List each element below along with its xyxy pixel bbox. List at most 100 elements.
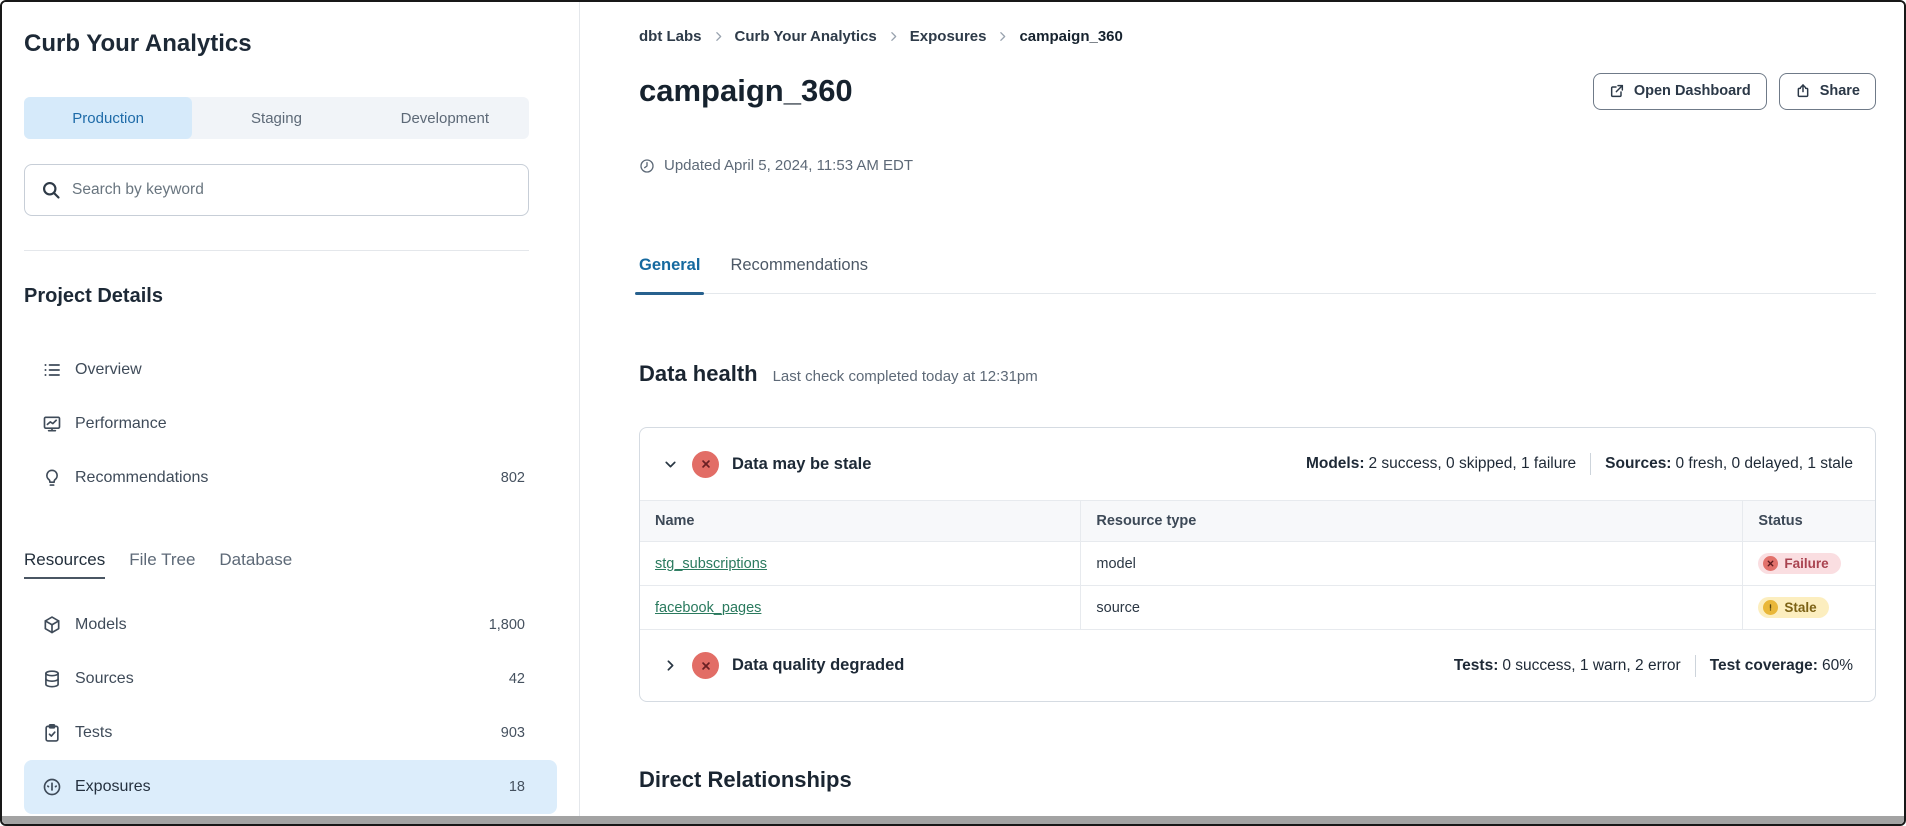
sidebar-item-tests[interactable]: Tests 903 <box>24 706 557 760</box>
sidebar-item-label: Tests <box>75 724 112 742</box>
sidebar-item-count: 903 <box>501 725 525 741</box>
x-circle-icon <box>692 451 719 478</box>
stale-group-title: Data may be stale <box>732 455 871 474</box>
stale-group-row: Data may be stale Models:2 success, 0 sk… <box>640 428 1875 500</box>
share-label: Share <box>1820 83 1860 99</box>
chevron-right-icon <box>712 30 725 43</box>
title-row: campaign_360 Open Dashboard <box>639 69 1876 113</box>
exclamation-circle-icon <box>1763 600 1778 615</box>
lightbulb-icon <box>42 468 62 488</box>
sources-summary: Sources:0 fresh, 0 delayed, 1 stale <box>1605 455 1853 473</box>
coverage-summary: Test coverage:60% <box>1710 657 1853 675</box>
degraded-group-summary: Tests:0 success, 1 warn, 2 error Test co… <box>1454 655 1853 677</box>
tab-file-tree[interactable]: File Tree <box>129 550 195 579</box>
resource-type-cell: model <box>1081 542 1743 586</box>
breadcrumb-exposures[interactable]: Exposures <box>910 28 987 45</box>
status-badge-stale: Stale <box>1758 597 1828 618</box>
sidebar-item-exposures[interactable]: Exposures 18 <box>24 760 557 814</box>
tab-recommendations[interactable]: Recommendations <box>730 254 868 293</box>
column-header-resource-type: Resource type <box>1081 501 1743 542</box>
last-check-text: Last check completed today at 12:31pm <box>773 368 1038 385</box>
status-badge-failure: Failure <box>1758 553 1840 574</box>
sidebar-item-count: 1,800 <box>489 617 525 633</box>
env-tab-staging[interactable]: Staging <box>192 97 360 139</box>
sidebar-item-performance[interactable]: Performance <box>24 397 557 451</box>
resources-list: Models 1,800 Sources 42 <box>24 598 557 814</box>
project-details-heading: Project Details <box>24 283 529 309</box>
sidebar-item-label: Overview <box>75 361 142 379</box>
page-tabs: General Recommendations <box>639 254 1876 294</box>
database-icon <box>42 669 62 689</box>
sidebar-item-count: 18 <box>509 779 525 795</box>
tab-database[interactable]: Database <box>219 550 292 579</box>
x-circle-icon <box>692 652 719 679</box>
env-tab-production[interactable]: Production <box>24 97 192 139</box>
share-button[interactable]: Share <box>1779 73 1876 110</box>
resource-link-facebook-pages[interactable]: facebook_pages <box>655 600 761 616</box>
search-icon <box>41 180 61 200</box>
data-health-header: Data health Last check completed today a… <box>639 360 1876 388</box>
cube-icon <box>42 615 62 635</box>
updated-row: Updated April 5, 2024, 11:53 AM EDT <box>639 157 1876 174</box>
breadcrumb-dbt-labs[interactable]: dbt Labs <box>639 28 702 45</box>
sidebar-item-models[interactable]: Models 1,800 <box>24 598 557 652</box>
chevron-right-icon <box>887 30 900 43</box>
open-dashboard-label: Open Dashboard <box>1634 83 1751 99</box>
data-health-heading: Data health <box>639 360 758 388</box>
clipboard-check-icon <box>42 723 62 743</box>
sidebar-item-label: Recommendations <box>75 469 208 487</box>
env-tab-development[interactable]: Development <box>361 97 529 139</box>
gauge-icon <box>42 777 62 797</box>
sidebar-item-label: Performance <box>75 415 167 433</box>
resource-link-stg-subscriptions[interactable]: stg_subscriptions <box>655 556 767 572</box>
breadcrumb-project[interactable]: Curb Your Analytics <box>735 28 877 45</box>
summary-divider <box>1590 453 1591 475</box>
sidebar-item-label: Exposures <box>75 778 151 796</box>
table-row: stg_subscriptions model Failure <box>640 542 1875 586</box>
search-box[interactable] <box>24 164 529 216</box>
tab-general[interactable]: General <box>639 254 700 293</box>
sidebar-item-count: 802 <box>501 470 525 486</box>
updated-text: Updated April 5, 2024, 11:53 AM EDT <box>664 157 913 174</box>
performance-icon <box>42 414 62 434</box>
tests-summary: Tests:0 success, 1 warn, 2 error <box>1454 657 1681 675</box>
environment-switcher: Production Staging Development <box>24 97 529 139</box>
breadcrumb: dbt Labs Curb Your Analytics Exposures c… <box>639 28 1876 45</box>
direct-relationships-heading: Direct Relationships <box>639 766 1876 794</box>
x-circle-icon <box>1763 556 1778 571</box>
table-row: facebook_pages source Stale <box>640 586 1875 630</box>
list-icon <box>42 360 62 380</box>
chevron-right-icon[interactable] <box>662 657 679 674</box>
degraded-group-row: Data quality degraded Tests:0 success, 1… <box>640 630 1875 701</box>
clock-icon <box>639 158 655 174</box>
sidebar-item-recommendations[interactable]: Recommendations 802 <box>24 451 557 505</box>
column-header-name: Name <box>640 501 1081 542</box>
page-title: campaign_360 <box>639 69 853 113</box>
summary-divider <box>1695 655 1696 677</box>
open-dashboard-button[interactable]: Open Dashboard <box>1593 73 1767 110</box>
project-details-list: Overview Performance <box>24 343 557 505</box>
sidebar-item-overview[interactable]: Overview <box>24 343 557 397</box>
external-link-icon <box>1609 83 1625 99</box>
models-summary: Models:2 success, 0 skipped, 1 failure <box>1306 455 1576 473</box>
search-input[interactable] <box>72 181 512 199</box>
resource-type-cell: source <box>1081 586 1743 630</box>
main-content: dbt Labs Curb Your Analytics Exposures c… <box>580 2 1904 824</box>
app-window: Curb Your Analytics Production Staging D… <box>0 0 1906 826</box>
breadcrumb-current: campaign_360 <box>1019 28 1122 45</box>
table-header-row: Name Resource type Status <box>640 501 1875 542</box>
horizontal-scrollbar[interactable] <box>2 816 1904 824</box>
title-actions: Open Dashboard Share <box>1593 73 1876 110</box>
chevron-down-icon[interactable] <box>662 456 679 473</box>
sidebar-item-sources[interactable]: Sources 42 <box>24 652 557 706</box>
tab-resources[interactable]: Resources <box>24 550 105 579</box>
column-header-status: Status <box>1743 501 1875 542</box>
degraded-group-title: Data quality degraded <box>732 656 904 675</box>
project-title: Curb Your Analytics <box>24 28 529 60</box>
sidebar: Curb Your Analytics Production Staging D… <box>2 2 580 824</box>
sidebar-item-count: 42 <box>509 671 525 687</box>
sidebar-item-label: Sources <box>75 670 134 688</box>
chevron-right-icon <box>996 30 1009 43</box>
stale-group-summary: Models:2 success, 0 skipped, 1 failure S… <box>1306 453 1853 475</box>
sidebar-item-label: Models <box>75 616 127 634</box>
